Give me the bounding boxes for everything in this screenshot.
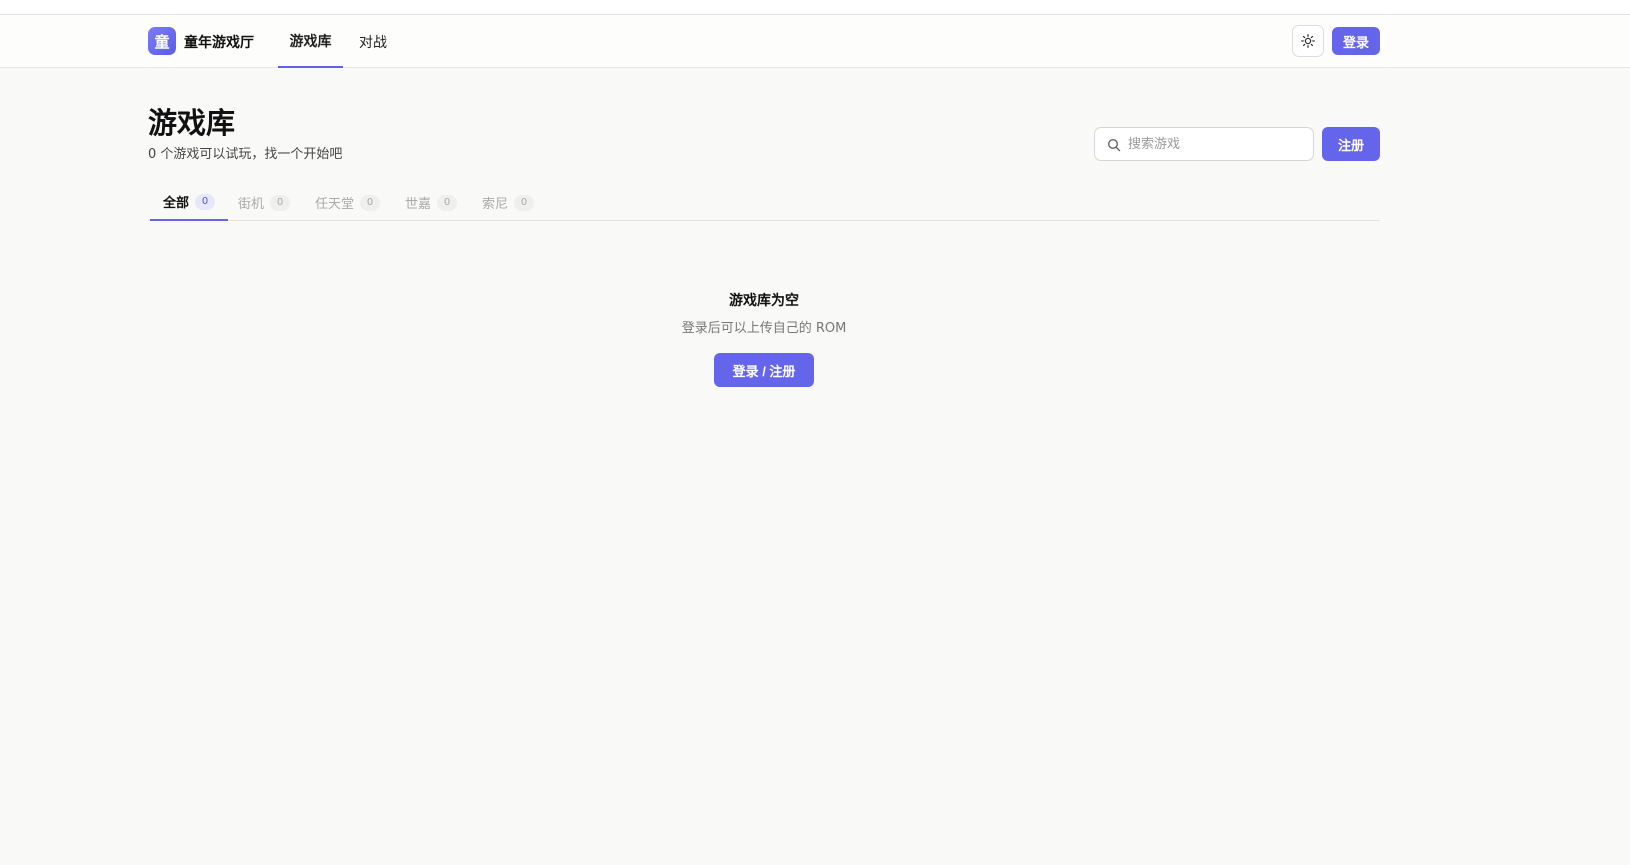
filter-tab-label: 街机: [238, 197, 265, 212]
count-badge: 0: [360, 194, 381, 211]
count-badge: 0: [437, 194, 458, 211]
search-input[interactable]: [1128, 128, 1308, 160]
login-button[interactable]: 登录: [1332, 27, 1380, 55]
login-register-button[interactable]: 登录 / 注册: [714, 353, 814, 387]
search-box[interactable]: [1094, 127, 1314, 161]
page-title: 游戏库: [148, 106, 236, 140]
count-badge: 0: [514, 194, 535, 211]
empty-state-title: 游戏库为空: [729, 293, 799, 309]
count-badge: 0: [270, 194, 291, 211]
platform-filter-tabs: 全部 0 街机 0 任天堂 0 世嘉 0 索尼 0: [148, 184, 1380, 221]
sun-icon: [1301, 34, 1315, 48]
nav-tab-battle[interactable]: 对战: [352, 15, 394, 68]
filter-tab-all[interactable]: 全部 0: [150, 184, 229, 221]
filter-tab-label: 索尼: [482, 197, 509, 212]
app-logo[interactable]: 童: [148, 27, 176, 55]
filter-tab-sega[interactable]: 世嘉 0: [405, 184, 458, 221]
empty-state-description: 登录后可以上传自己的 ROM: [681, 321, 847, 336]
filter-tab-arcade[interactable]: 街机 0: [238, 184, 291, 221]
page-subtitle: 0 个游戏可以试玩，找一个开始吧: [148, 147, 343, 162]
filter-tab-sony[interactable]: 索尼 0: [482, 184, 535, 221]
count-badge: 0: [195, 193, 216, 210]
filter-tab-label: 世嘉: [405, 197, 432, 212]
nav-tab-library[interactable]: 游戏库: [278, 15, 343, 68]
register-button[interactable]: 注册: [1322, 127, 1380, 161]
browser-top-strip: [0, 0, 1630, 15]
filter-tab-label: 全部: [163, 196, 190, 211]
search-icon: [1107, 138, 1121, 152]
theme-toggle-button[interactable]: [1292, 25, 1324, 57]
brand-name[interactable]: 童年游戏厅: [184, 32, 254, 52]
top-navbar: 童 童年游戏厅 游戏库 对战 登录: [0, 15, 1630, 68]
filter-tab-nintendo[interactable]: 任天堂 0: [315, 184, 381, 221]
filter-tab-label: 任天堂: [315, 197, 355, 212]
